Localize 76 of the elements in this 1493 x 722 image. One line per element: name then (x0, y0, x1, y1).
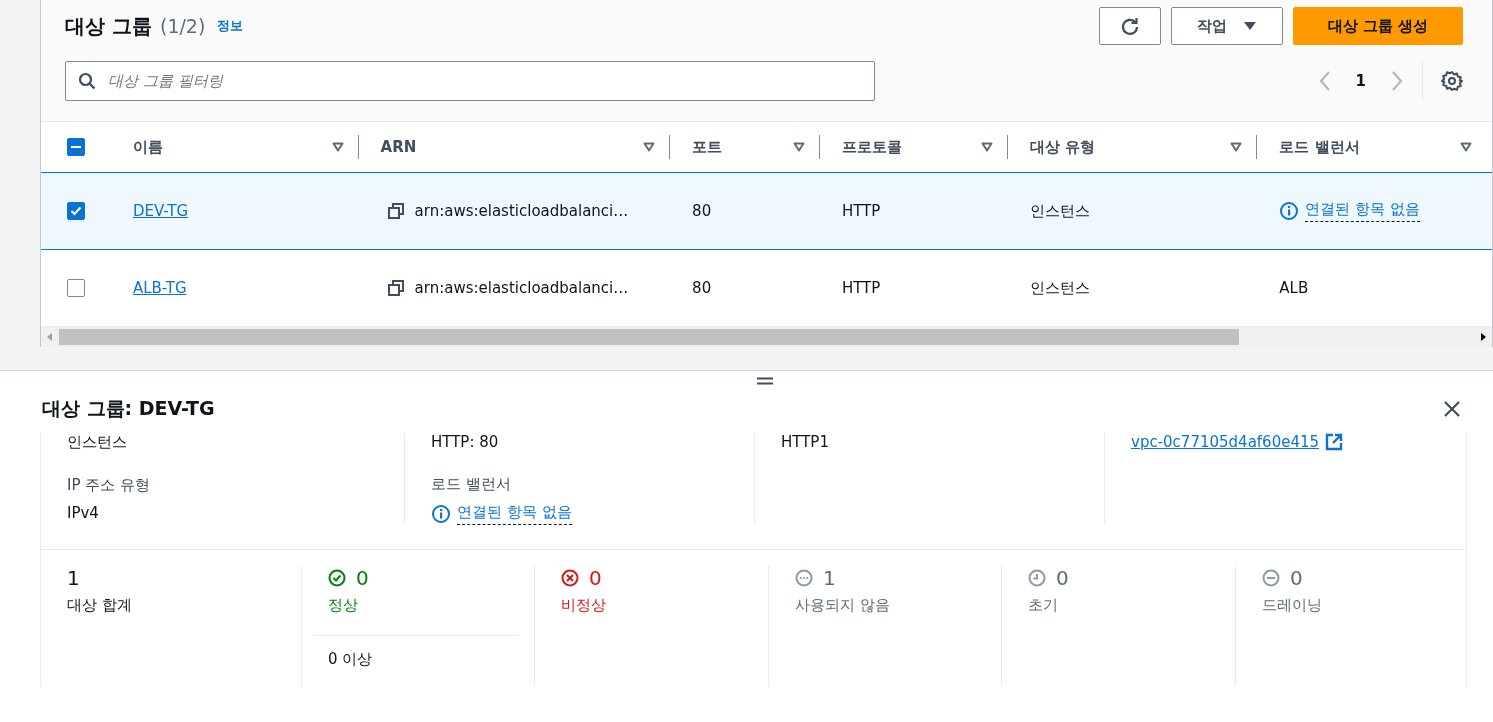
panel-title: 대상 그룹 (65, 12, 152, 40)
table-cell: 80 (692, 202, 712, 220)
selection-count: (1/2) (159, 15, 206, 37)
status-label: 사용되지 않음 (795, 596, 891, 615)
target-count: 0 (1056, 566, 1069, 590)
create-button[interactable]: 대상 그룹 생성 (1293, 7, 1463, 45)
copy-icon[interactable] (386, 202, 405, 220)
draining-status-icon (1262, 569, 1280, 587)
search-icon (78, 72, 96, 90)
copy-icon[interactable] (386, 279, 405, 297)
column-header[interactable]: 로드 밸런서 (1279, 137, 1460, 157)
anomaly-count: 0 이상 (328, 650, 373, 668)
healthy-status-icon (328, 569, 346, 587)
filter-field[interactable]: 대상 그룹 필터링 (65, 61, 875, 101)
details-title: 대상 그룹: DEV-TG (42, 396, 215, 421)
table-cell: 80 (692, 279, 712, 297)
unused-status-icon (795, 569, 813, 587)
table-cell: HTTP (841, 279, 881, 297)
field-value: HTTP1 (781, 433, 830, 451)
field-value: HTTP: 80 (431, 433, 500, 451)
field-value: 인스턴스 (67, 433, 128, 452)
sort-icon[interactable] (331, 142, 344, 152)
row-checkbox[interactable] (66, 202, 85, 220)
table-cell: ALB (1279, 279, 1309, 297)
target-count: 0 (1290, 566, 1303, 590)
field-label: 로드 밸런서 (431, 475, 512, 494)
column-header[interactable]: ARN (380, 138, 644, 156)
refresh-icon (1120, 16, 1140, 36)
status-label: 정상 (328, 596, 359, 615)
initial-status-icon (1028, 569, 1046, 587)
external-link-icon (1325, 433, 1344, 451)
no-associations-link[interactable]: 연결된 항목 없음 (1305, 200, 1420, 222)
target-group-link[interactable]: DEV-TG (132, 202, 189, 220)
resize-handle-icon[interactable] (757, 377, 773, 385)
status-label: 대상 합계 (67, 596, 133, 615)
target-group-link[interactable]: ALB-TG (132, 279, 187, 297)
table-cell: HTTP (841, 202, 881, 220)
target-count: 1 (67, 566, 80, 590)
target-count: 0 (589, 566, 602, 590)
target-count: 0 (356, 566, 369, 590)
column-header[interactable]: 포트 (692, 137, 793, 157)
column-header[interactable]: 프로토콜 (841, 137, 981, 157)
column-header[interactable]: 이름 (132, 137, 332, 157)
info-link[interactable]: 정보 (217, 17, 244, 35)
table-row[interactable]: DEV-TG arn:aws:elasticloadbalanci… 80 HTTP 인스턴스 연결된 항목 없음 (41, 172, 1492, 250)
refresh-button[interactable] (1099, 7, 1161, 45)
close-icon[interactable] (1443, 400, 1461, 418)
field-value: IPv4 (67, 504, 100, 522)
caret-icon (1243, 21, 1257, 31)
sort-icon[interactable] (792, 142, 805, 152)
sort-icon[interactable] (1460, 142, 1472, 152)
no-associations-link[interactable]: 연결된 항목 없음 (457, 503, 572, 525)
select-all-checkbox[interactable] (66, 138, 85, 156)
horizontal-scrollbar[interactable] (41, 327, 1492, 347)
page-number[interactable]: 1 (1345, 72, 1376, 90)
info-icon (1279, 201, 1300, 221)
column-header[interactable]: 대상 유형 (1029, 137, 1231, 157)
status-label: 드레이닝 (1262, 596, 1323, 615)
target-count: 1 (823, 566, 836, 590)
status-label: 초기 (1028, 596, 1059, 615)
sort-icon[interactable] (980, 142, 993, 152)
settings-icon[interactable] (1441, 70, 1463, 92)
unhealthy-status-icon (561, 569, 579, 587)
vpc-link[interactable]: vpc-0c77105d4af60e415 (1131, 433, 1320, 451)
actions-button[interactable]: 작업 (1171, 7, 1283, 45)
status-label: 비정상 (561, 596, 607, 615)
scroll-right-icon[interactable] (1480, 333, 1486, 341)
sort-icon[interactable] (1230, 142, 1243, 152)
table-cell: 인스턴스 (1029, 201, 1090, 221)
table-cell: arn:aws:elasticloadbalanci… (414, 279, 629, 297)
row-checkbox[interactable] (66, 279, 85, 297)
field-label: IP 주소 유형 (67, 476, 151, 495)
info-icon (431, 504, 451, 524)
table-cell: arn:aws:elasticloadbalanci… (414, 202, 629, 220)
table-cell: 인스턴스 (1029, 278, 1090, 298)
sort-icon[interactable] (643, 142, 656, 152)
